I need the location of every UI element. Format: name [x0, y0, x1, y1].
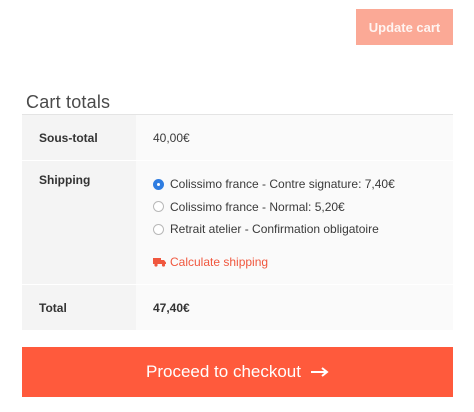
radio-unselected[interactable] [153, 201, 164, 213]
calculate-shipping-label: Calculate shipping [170, 254, 269, 269]
update-cart-button[interactable]: Update cart [356, 9, 453, 45]
arrow-right-icon [310, 367, 329, 377]
shipping-option-retrait-atelier[interactable]: Retrait atelier - Confirmation obligatoi… [153, 218, 453, 241]
shipping-row: Shipping Colissimo france - Contre signa… [22, 161, 453, 285]
total-row: Total 47,40€ [22, 285, 453, 331]
truck-icon [153, 257, 166, 267]
radio-unselected[interactable] [153, 223, 164, 235]
shipping-label-cell: Shipping [22, 161, 136, 284]
shipping-option-normal[interactable]: Colissimo france - Normal: 5,20€ [153, 196, 453, 219]
calculate-shipping-link[interactable]: Calculate shipping [153, 255, 453, 269]
subtotal-row: Sous-total 40,00€ [22, 115, 453, 161]
total-label: Total [22, 285, 136, 330]
shipping-option-label: Colissimo france - Normal: 5,20€ [170, 199, 345, 214]
subtotal-value: 40,00€ [136, 115, 453, 160]
checkout-label: Proceed to checkout [146, 362, 301, 381]
shipping-option-label: Colissimo france - Contre signature: 7,4… [170, 177, 395, 192]
shipping-option-contre-signature[interactable]: Colissimo france - Contre signature: 7,4… [153, 173, 453, 196]
shipping-label: Shipping [39, 173, 91, 187]
shipping-option-label: Retrait atelier - Confirmation obligatoi… [170, 222, 379, 237]
cart-totals-title: Cart totals [26, 92, 111, 112]
shipping-options: Colissimo france - Contre signature: 7,4… [136, 161, 453, 284]
radio-selected[interactable] [153, 178, 164, 190]
cart-totals-table: Sous-total 40,00€ Shipping Colissimo fra… [22, 114, 453, 331]
proceed-to-checkout-button[interactable]: Proceed to checkout [22, 347, 453, 397]
cart-page: Update cart Cart totals Sous-total 40,00… [0, 0, 474, 412]
subtotal-label: Sous-total [22, 115, 136, 160]
total-value: 47,40€ [136, 285, 453, 330]
